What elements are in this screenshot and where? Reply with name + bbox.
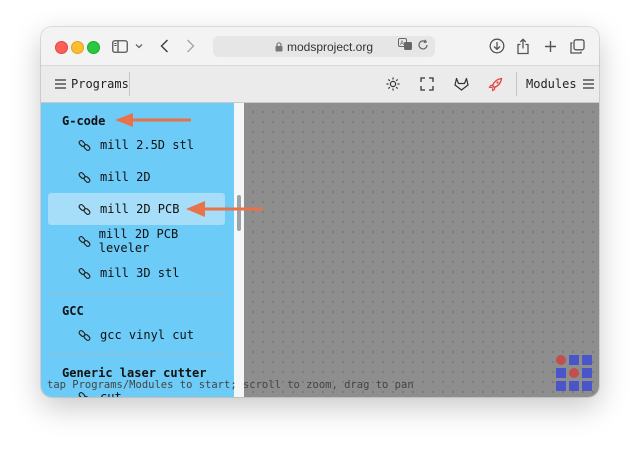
back-icon[interactable] — [157, 37, 171, 55]
app-content: G-code mill 2.5D stl mill 2D mill 2D PCB… — [41, 103, 599, 397]
toolbar-divider — [129, 72, 130, 96]
fullscreen-icon — [420, 77, 434, 91]
arrow-pointing-mill-2d-pcb — [186, 201, 263, 217]
close-window-button[interactable] — [55, 41, 68, 54]
browser-window: modsproject.org A Programs Modules G-cod… — [41, 27, 599, 397]
download-icon[interactable] — [488, 37, 506, 55]
reload-icon[interactable] — [417, 39, 429, 54]
new-tab-icon[interactable] — [543, 37, 557, 55]
modules-button[interactable]: Modules — [526, 66, 594, 102]
programs-button[interactable]: Programs — [55, 66, 129, 102]
minimize-window-button[interactable] — [71, 41, 84, 54]
toolbar-divider — [516, 72, 517, 96]
programs-label: Programs — [71, 77, 129, 91]
sun-icon — [386, 77, 400, 91]
forward-icon[interactable] — [183, 37, 197, 55]
sidebar-icon[interactable] — [111, 37, 129, 55]
url-text: modsproject.org — [286, 39, 374, 54]
translate-icon[interactable]: A — [398, 38, 413, 54]
tabs-icon[interactable] — [569, 37, 585, 55]
status-hint: tap Programs/Modules to start; scroll to… — [47, 379, 414, 391]
fullscreen-button[interactable] — [420, 66, 434, 102]
theme-button[interactable] — [386, 66, 400, 102]
modules-label: Modules — [526, 77, 577, 91]
arrow-pointing-g-code — [115, 113, 191, 127]
title-bar: modsproject.org A — [41, 27, 599, 66]
annotation-arrows — [115, 113, 263, 217]
gitlab-button[interactable] — [454, 66, 469, 102]
share-icon[interactable] — [515, 37, 531, 55]
chevron-down-icon[interactable] — [134, 37, 144, 55]
mods-toolbar: Programs Modules — [41, 66, 599, 103]
gitlab-icon — [454, 77, 469, 91]
menu-icon — [55, 79, 66, 89]
address-bar[interactable]: modsproject.org A — [213, 36, 435, 57]
rocket-icon — [488, 77, 503, 92]
menu-icon — [582, 79, 594, 89]
mods-logo — [556, 355, 592, 391]
zoom-window-button[interactable] — [87, 41, 100, 54]
rocket-button[interactable] — [488, 66, 503, 102]
lock-icon — [275, 41, 283, 52]
